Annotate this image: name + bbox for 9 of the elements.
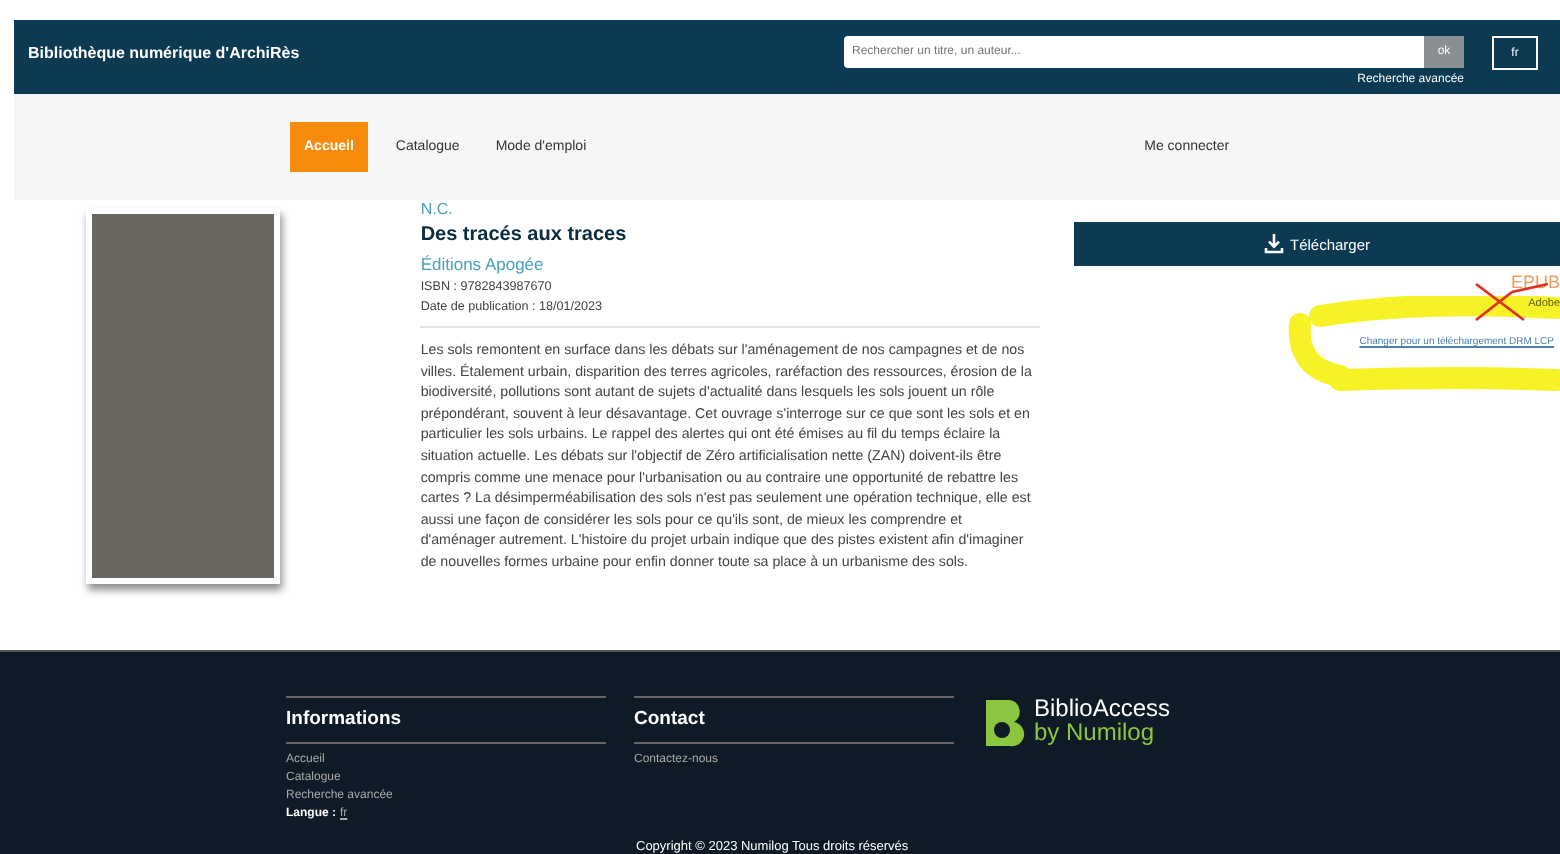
site-title[interactable]: Bibliothèque numérique d'ArchiRès bbox=[28, 44, 844, 62]
footer-heading: Informations bbox=[286, 696, 606, 744]
book-title: Des tracés aux traces bbox=[420, 224, 629, 246]
logo-subtitle: by Numilog bbox=[1034, 720, 1157, 744]
format-label: EPUB bbox=[1510, 272, 1560, 292]
footer-heading: Contact bbox=[634, 696, 954, 744]
logo-icon bbox=[982, 696, 1026, 748]
download-icon bbox=[1263, 234, 1284, 254]
logo-name: BiblioAccess bbox=[1034, 696, 1171, 720]
